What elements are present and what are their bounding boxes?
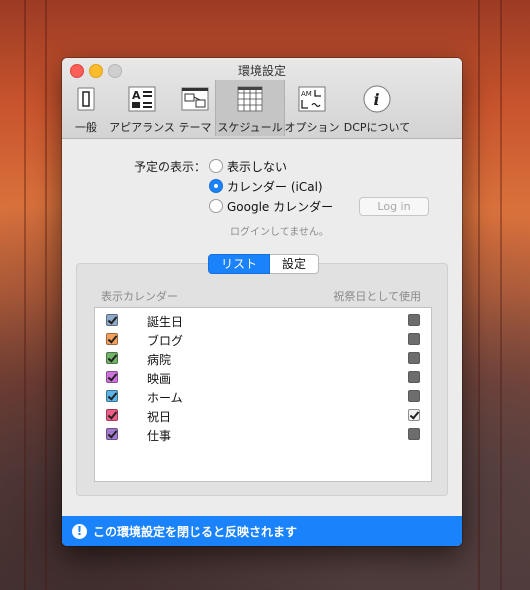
holiday-checkbox[interactable] [408,314,420,326]
tab-about[interactable]: i DCPについて [342,80,412,136]
tab-appearance[interactable]: A アピアランス [108,80,176,136]
show-calendar-checkbox[interactable] [106,428,118,440]
info-icon: i [363,85,391,113]
calendar-row: 祝日 [95,406,431,425]
shown-calendars-header: 表示カレンダー [101,290,178,303]
tab-theme[interactable]: テーマ [176,80,214,136]
calendar-name: 仕事 [147,429,172,443]
preferences-window: 環境設定 一般 A アピアランス テーマ スケジュール AM オプション i D… [62,58,462,546]
holiday-checkbox[interactable] [408,333,420,345]
radio-google-button[interactable] [209,199,223,213]
schedule-pane: 予定の表示： 表示しない カレンダー (iCal) Google カレンダー L… [62,139,462,516]
options-icon: AM [298,86,326,112]
radio-ical-button[interactable] [209,179,223,193]
use-as-holiday-header: 祝祭日として使用 [333,290,421,303]
calendar-name: 誕生日 [147,315,184,329]
tab-settings[interactable]: 設定 [270,254,320,274]
show-calendar-checkbox[interactable] [106,371,118,383]
schedule-icon [237,86,263,112]
calendar-list: 誕生日 ブログ 病院 映画 ホーム 祝日 仕事 [94,307,432,482]
general-icon [77,87,95,111]
tab-general[interactable]: 一般 [64,80,108,136]
calendar-row: 仕事 [95,425,431,444]
show-calendar-checkbox[interactable] [106,409,118,421]
tab-schedule-label: スケジュール [217,121,283,134]
calendar-name: 病院 [147,353,172,367]
window-title: 環境設定 [237,64,286,78]
holiday-checkbox[interactable] [408,371,420,383]
calendar-row: ブログ [95,330,431,349]
calendar-group-box: リスト 設定 表示カレンダー 祝祭日として使用 誕生日 ブログ 病院 映画 ホー… [76,254,448,496]
holiday-checkbox[interactable] [408,428,420,440]
radio-hide[interactable]: 表示しない [209,157,287,175]
calendar-name: 祝日 [147,410,172,424]
calendar-row: 映画 [95,368,431,387]
notice-bar: ! この環境設定を閉じると反映されます [62,516,462,546]
login-button[interactable]: Log in [359,197,429,216]
exclamation-icon: ! [72,523,87,539]
holiday-checkbox[interactable] [408,390,420,402]
calendar-name: 映画 [147,372,172,386]
holiday-checkbox[interactable] [408,352,420,364]
show-calendar-checkbox[interactable] [106,333,118,345]
radio-hide-button[interactable] [209,159,223,173]
radio-google-label: Google カレンダー [227,199,334,214]
calendar-row: ホーム [95,387,431,406]
calendar-name: ホーム [147,391,183,405]
holiday-checkbox[interactable] [408,409,420,421]
show-calendar-checkbox[interactable] [106,352,118,364]
svg-text:AM: AM [301,90,312,98]
list-settings-segmented-control: リスト 設定 [208,254,320,274]
tab-options-label: オプション [284,121,340,134]
radio-ical[interactable]: カレンダー (iCal) [209,177,323,195]
tab-list[interactable]: リスト [208,254,271,274]
radio-ical-label: カレンダー (iCal) [227,179,323,194]
calendar-row: 誕生日 [95,311,431,330]
appearance-icon: A [128,86,156,112]
show-calendar-checkbox[interactable] [106,314,118,326]
tab-options[interactable]: AM オプション [284,80,340,136]
tab-appearance-label: アピアランス [109,121,175,134]
calendar-name: ブログ [147,334,184,348]
theme-icon [181,87,209,111]
tab-general-label: 一般 [75,121,97,134]
tab-theme-label: テーマ [178,121,212,134]
tab-about-label: DCPについて [343,121,411,134]
preferences-toolbar: 一般 A アピアランス テーマ スケジュール AM オプション i DCPについ… [62,80,462,138]
calendar-row: 病院 [95,349,431,368]
login-status: ログインしてません。 [230,227,329,238]
radio-hide-label: 表示しない [227,159,288,174]
show-calendar-checkbox[interactable] [106,390,118,402]
display-label: 予定の表示： [134,160,207,174]
svg-text:A: A [132,89,141,102]
radio-google[interactable]: Google カレンダー [209,197,333,215]
svg-text:i: i [374,90,380,109]
title-bar: 環境設定 一般 A アピアランス テーマ スケジュール AM オプション i D… [62,58,462,139]
notice-text: この環境設定を閉じると反映されます [93,524,298,539]
tab-schedule[interactable]: スケジュール [215,80,285,136]
